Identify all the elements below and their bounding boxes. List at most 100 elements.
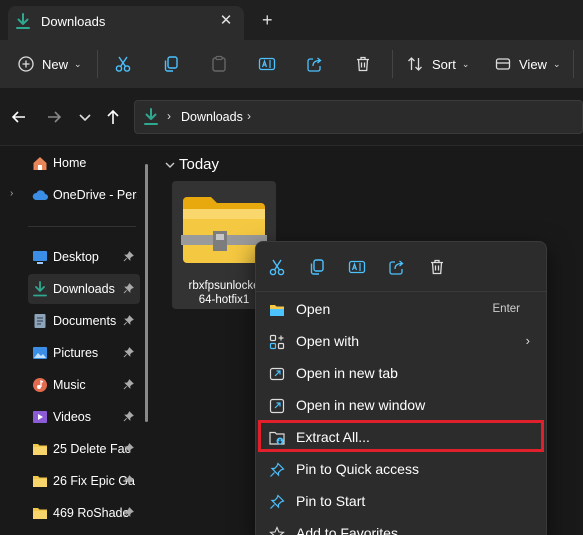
address-bar[interactable]: › Downloads › — [134, 100, 583, 134]
pin-icon — [270, 494, 285, 509]
pin-icon[interactable] — [123, 411, 134, 422]
context-menu: Open Enter Open with › Open in new tab O… — [255, 241, 547, 535]
sidebar-scrollbar[interactable] — [145, 164, 148, 422]
folder-icon — [33, 476, 47, 487]
open-new-window-icon — [269, 398, 285, 414]
open-new-tab-icon — [269, 367, 285, 381]
sort-icon — [408, 57, 422, 71]
title-bar: Downloads ✕ + — [0, 0, 583, 40]
menu-item-label: Pin to Start — [296, 493, 366, 509]
sidebar-item-label: Documents — [53, 314, 117, 328]
chevron-down-icon: ⌄ — [552, 58, 561, 69]
menu-item-open-new-tab[interactable]: Open in new tab — [260, 358, 544, 390]
paste-icon — [212, 55, 226, 72]
divider — [97, 50, 98, 78]
menu-item-add-favorites[interactable]: Add to Favorites — [260, 518, 544, 535]
menu-item-open[interactable]: Open Enter — [260, 294, 544, 326]
menu-item-label: Open — [296, 301, 331, 317]
pin-icon[interactable] — [123, 475, 134, 486]
menu-item-open-with[interactable]: Open with › — [260, 326, 544, 358]
new-label: New — [42, 56, 69, 72]
sidebar-item-onedrive[interactable]: › OneDrive - Perso — [0, 180, 140, 210]
sidebar-item-pictures[interactable]: Pictures — [0, 338, 140, 368]
menu-item-label: Open in new tab — [296, 365, 398, 381]
menu-item-pin-start[interactable]: Pin to Start — [260, 486, 544, 518]
delete-button[interactable] — [426, 256, 448, 278]
close-tab-button[interactable]: ✕ — [217, 11, 235, 29]
pin-icon[interactable] — [123, 443, 134, 454]
delete-button[interactable] — [354, 40, 372, 88]
menu-item-pin-quick-access[interactable]: Pin to Quick access — [260, 454, 544, 486]
open-with-icon — [269, 334, 285, 350]
pin-icon — [270, 462, 285, 477]
menu-item-shortcut: Enter — [492, 303, 521, 315]
rename-button[interactable] — [346, 256, 368, 278]
new-tab-button[interactable]: + — [262, 10, 273, 31]
cut-button[interactable] — [114, 40, 132, 88]
breadcrumb-chevron[interactable]: › — [247, 109, 251, 123]
up-button[interactable] — [102, 106, 124, 128]
tab-title: Downloads — [41, 14, 106, 29]
menu-item-open-new-window[interactable]: Open in new window — [260, 390, 544, 422]
sidebar-item-26-fix-epic-ga[interactable]: 26 Fix Epic Ga — [0, 466, 140, 496]
pin-icon[interactable] — [123, 379, 134, 390]
sidebar-item-desktop[interactable]: Desktop — [0, 242, 140, 272]
chevron-down-icon: ⌄ — [461, 58, 470, 69]
pin-icon[interactable] — [123, 283, 134, 294]
new-button[interactable]: New ⌄ — [18, 40, 82, 88]
view-button[interactable]: View ⌄ — [495, 40, 561, 88]
breadcrumb-downloads[interactable]: Downloads — [181, 110, 243, 124]
sidebar-item-469-roshade[interactable]: 469 RoShade — [0, 498, 140, 528]
sidebar-item-documents[interactable]: Documents — [0, 306, 140, 336]
sort-button[interactable]: Sort ⌄ — [406, 40, 469, 88]
share-button[interactable] — [306, 40, 324, 88]
sidebar-item-25-delete-fac[interactable]: 25 Delete Fac — [0, 434, 140, 464]
sort-label: Sort — [432, 56, 456, 72]
menu-item-label: Open with — [296, 333, 360, 349]
command-bar: New ⌄ Sort ⌄ View ⌄ — [0, 40, 583, 88]
sidebar-item-home[interactable]: Home — [0, 148, 140, 178]
chevron-right-icon[interactable]: › — [10, 188, 13, 199]
navigation-pane: Home › OneDrive - Perso Desktop Downloads… — [0, 146, 148, 535]
group-header-today[interactable]: Today — [164, 156, 219, 173]
share-button[interactable] — [386, 256, 408, 278]
rename-icon — [258, 57, 276, 71]
menu-item-label: Pin to Quick access — [296, 461, 419, 477]
tab-downloads[interactable]: Downloads ✕ — [8, 6, 244, 40]
videos-icon — [33, 411, 47, 423]
sidebar-item-label: Desktop — [53, 250, 99, 264]
pin-icon[interactable] — [123, 507, 134, 518]
forward-button[interactable] — [43, 106, 65, 128]
pin-icon[interactable] — [123, 315, 134, 326]
sidebar-item-downloads[interactable]: Downloads — [28, 274, 140, 304]
context-menu-actions — [256, 242, 546, 292]
copy-button[interactable] — [162, 40, 180, 88]
paste-button[interactable] — [210, 40, 228, 88]
breadcrumb-chevron[interactable]: › — [167, 109, 171, 123]
menu-item-label: Add to Favorites — [296, 525, 398, 535]
view-label: View — [519, 56, 547, 72]
chevron-right-icon: › — [525, 333, 530, 348]
group-title: Today — [179, 156, 220, 173]
sidebar-item-videos[interactable]: Videos — [0, 402, 140, 432]
sidebar-item-music[interactable]: Music — [0, 370, 140, 400]
cut-button[interactable] — [266, 256, 288, 278]
sidebar-item-label: Home — [53, 156, 87, 170]
back-button[interactable] — [8, 106, 30, 128]
star-icon — [269, 526, 285, 535]
chevron-down-icon: ⌄ — [74, 58, 82, 69]
pin-icon[interactable] — [123, 347, 134, 358]
pin-icon[interactable] — [123, 251, 134, 262]
sidebar-item-label: Downloads — [53, 282, 115, 296]
navigation-bar: › Downloads › — [0, 88, 583, 146]
rename-button[interactable] — [258, 40, 276, 88]
share-icon — [307, 57, 322, 72]
sidebar-item-label: Music — [53, 378, 86, 392]
copy-icon — [164, 56, 178, 72]
open-folder-icon — [270, 305, 284, 316]
download-icon — [33, 281, 47, 297]
extract-all-highlight — [258, 420, 544, 452]
copy-button[interactable] — [306, 256, 328, 278]
recent-locations-button[interactable] — [74, 106, 96, 128]
download-icon — [144, 108, 158, 125]
